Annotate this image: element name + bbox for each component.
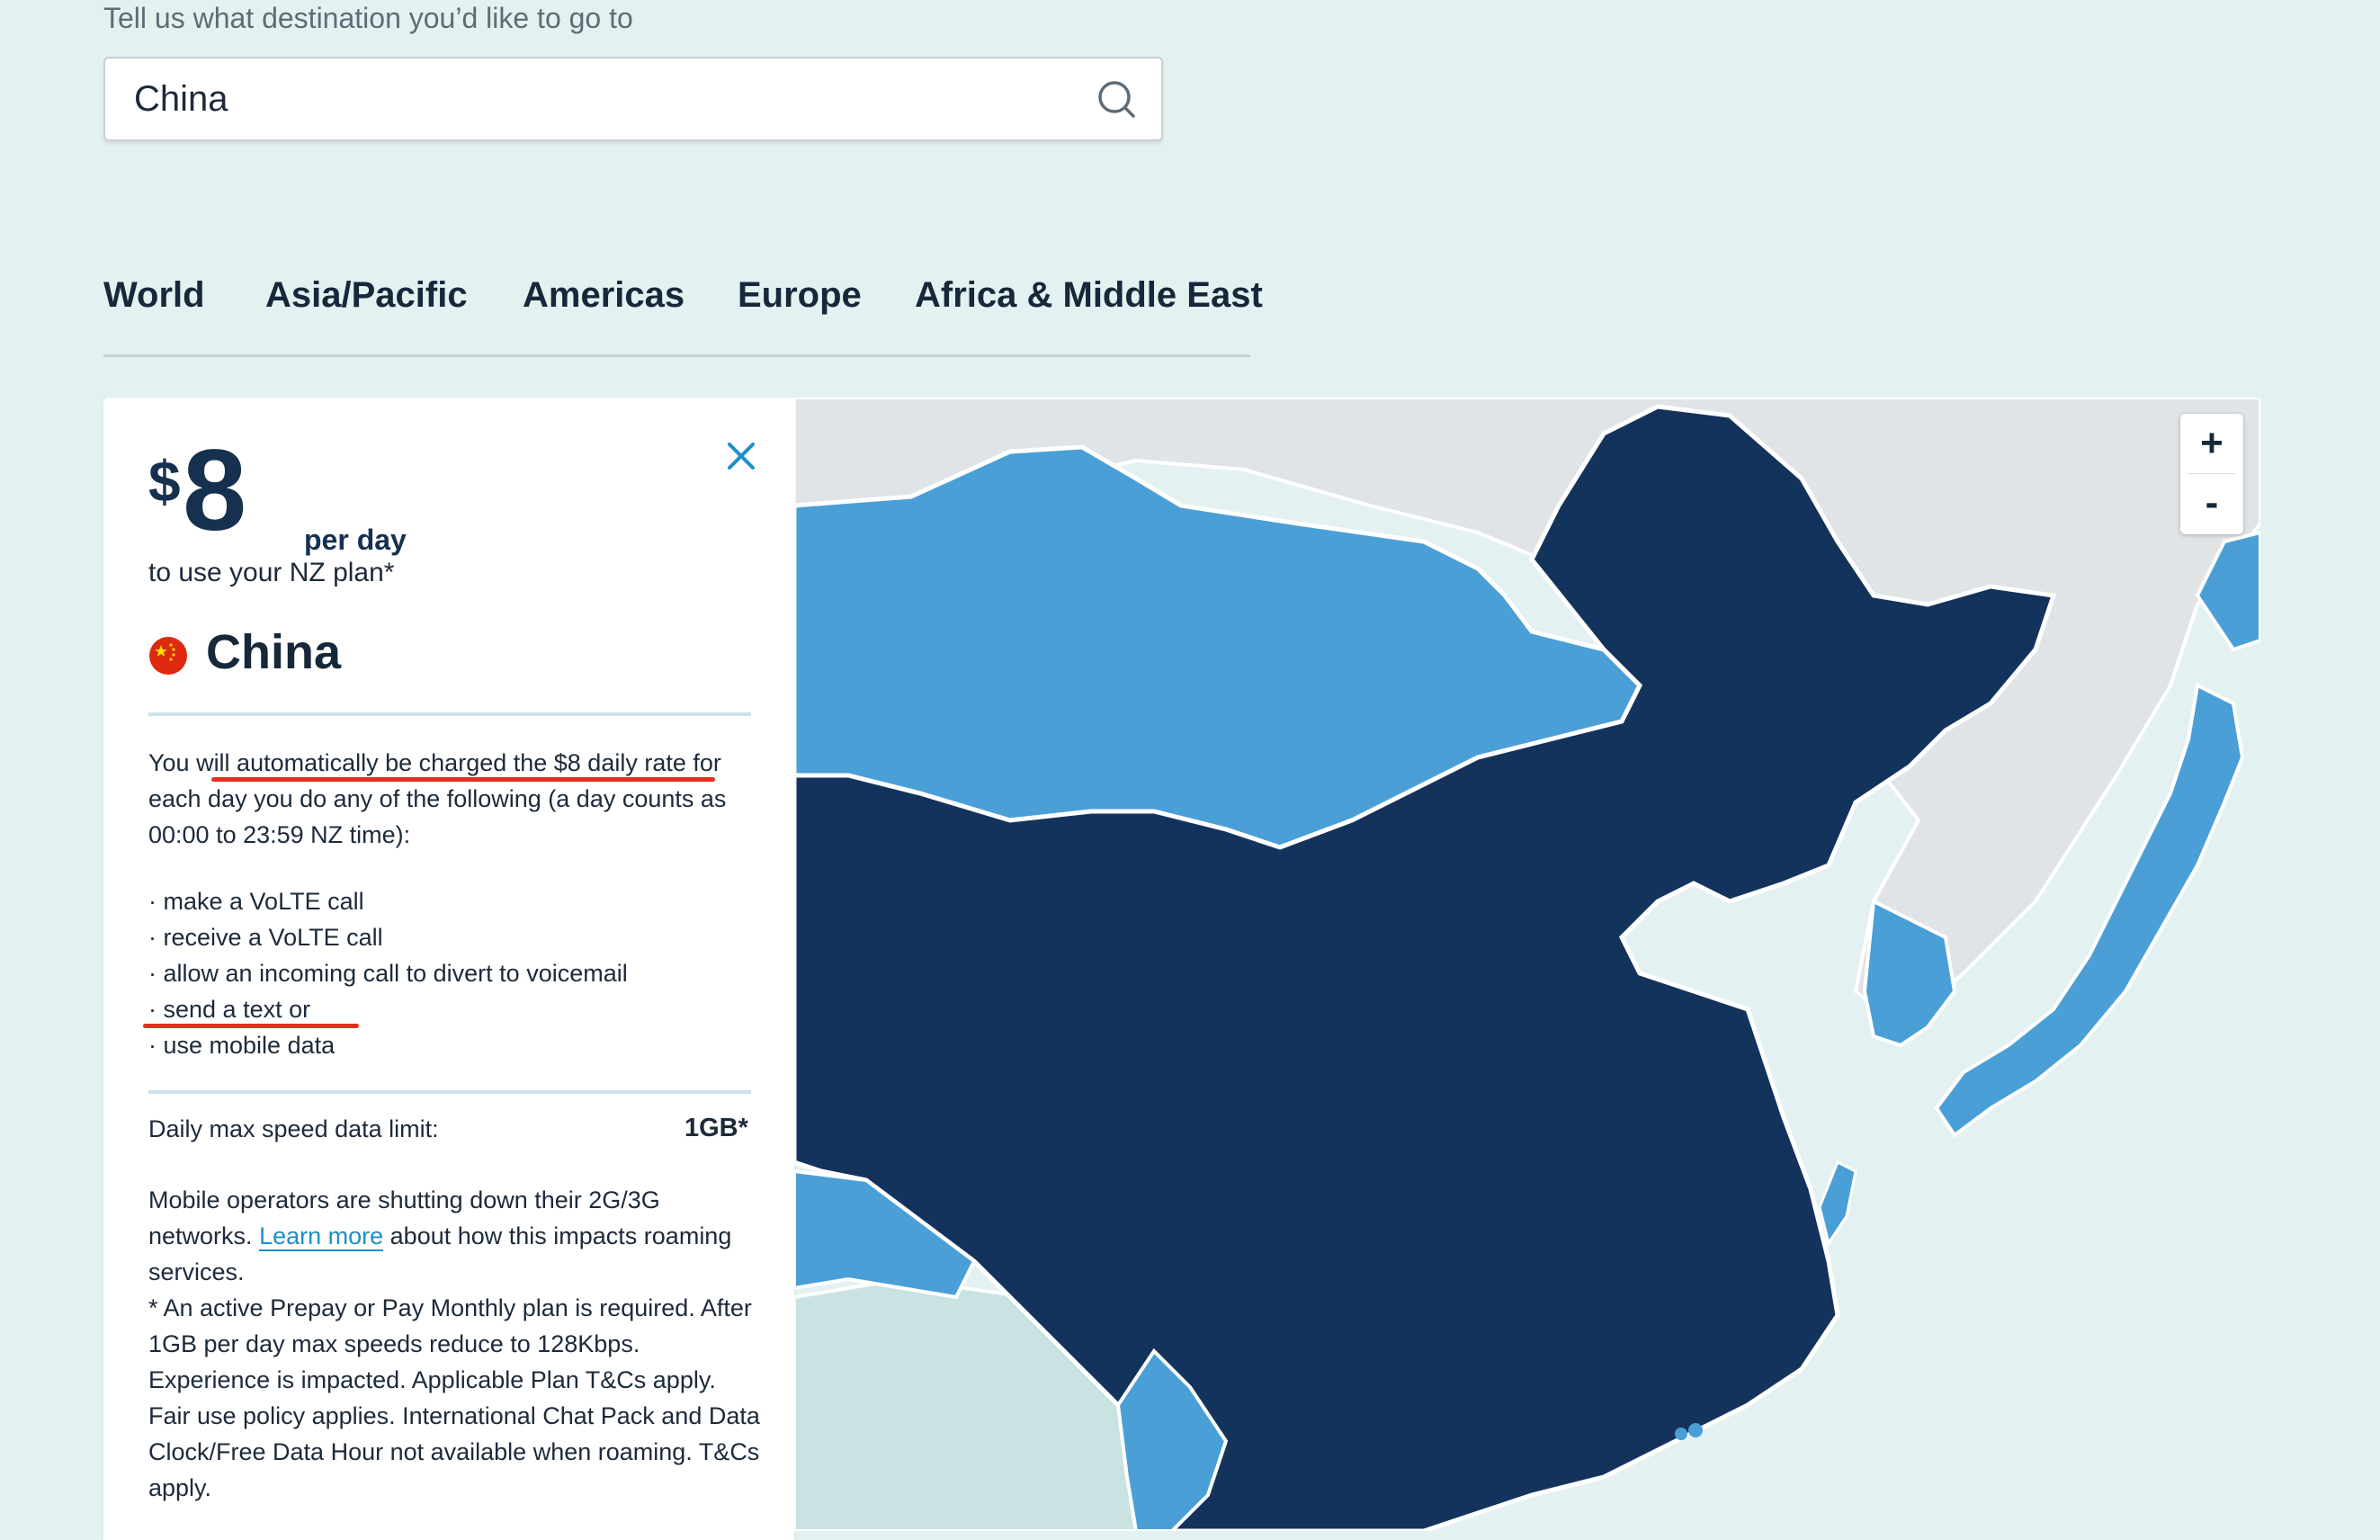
map-zoom-control: + - bbox=[2180, 414, 2243, 534]
country-info-panel: $ 8 per day to use your NZ plan* China Y… bbox=[103, 398, 794, 1540]
plan-subtitle: to use your NZ plan* bbox=[148, 558, 395, 587]
list-item: make a VoLTE call bbox=[148, 883, 628, 919]
region-tabs: World Asia/Pacific Americas Europe Afric… bbox=[103, 270, 1263, 357]
zoom-in-button[interactable]: + bbox=[2180, 414, 2243, 473]
network-notice: Mobile operators are shutting down their… bbox=[148, 1182, 760, 1290]
search-icon[interactable] bbox=[1095, 77, 1138, 121]
terms-text: * An active Prepay or Pay Monthly plan i… bbox=[148, 1294, 760, 1501]
data-limit-label: Daily max speed data limit: bbox=[148, 1115, 439, 1142]
list-item: send a text or bbox=[148, 991, 628, 1027]
price-unit: per day bbox=[304, 524, 407, 556]
tab-world[interactable]: World bbox=[103, 275, 205, 316]
map-shapes bbox=[794, 398, 2260, 1531]
coverage-map[interactable] bbox=[794, 398, 2260, 1531]
search-input[interactable] bbox=[134, 58, 1033, 139]
tab-asia-pacific[interactable]: Asia/Pacific bbox=[265, 275, 468, 316]
charge-triggers-list: make a VoLTE call receive a VoLTE call a… bbox=[148, 883, 628, 1063]
zoom-out-button[interactable]: - bbox=[2180, 473, 2243, 533]
section-divider bbox=[148, 712, 751, 716]
price-currency: $ bbox=[148, 449, 181, 514]
list-item: use mobile data bbox=[148, 1027, 628, 1063]
list-item: allow an incoming call to divert to voic… bbox=[148, 955, 628, 991]
list-item: receive a VoLTE call bbox=[148, 919, 628, 955]
tab-africa-middle-east[interactable]: Africa & Middle East bbox=[915, 275, 1263, 316]
china-flag-icon bbox=[149, 637, 187, 675]
annotation-underline bbox=[143, 1024, 359, 1028]
map-region-taiwan bbox=[1818, 1159, 1857, 1247]
map-region-macau bbox=[1675, 1428, 1687, 1440]
price-amount: 8 bbox=[183, 426, 246, 555]
section-divider bbox=[148, 1090, 751, 1094]
tab-americas[interactable]: Americas bbox=[523, 275, 684, 316]
destination-label: Tell us what destination you’d like to g… bbox=[103, 2, 633, 34]
map-region-hong-kong bbox=[1688, 1423, 1703, 1437]
learn-more-link[interactable]: Learn more bbox=[259, 1222, 384, 1251]
annotation-underline bbox=[211, 777, 715, 782]
data-limit-value: 1GB* bbox=[684, 1114, 748, 1142]
close-icon[interactable] bbox=[724, 439, 758, 473]
tab-europe[interactable]: Europe bbox=[738, 275, 862, 316]
country-name: China bbox=[206, 625, 342, 679]
search-box[interactable] bbox=[103, 57, 1163, 141]
charge-description: You will automatically be charged the $8… bbox=[148, 749, 727, 848]
